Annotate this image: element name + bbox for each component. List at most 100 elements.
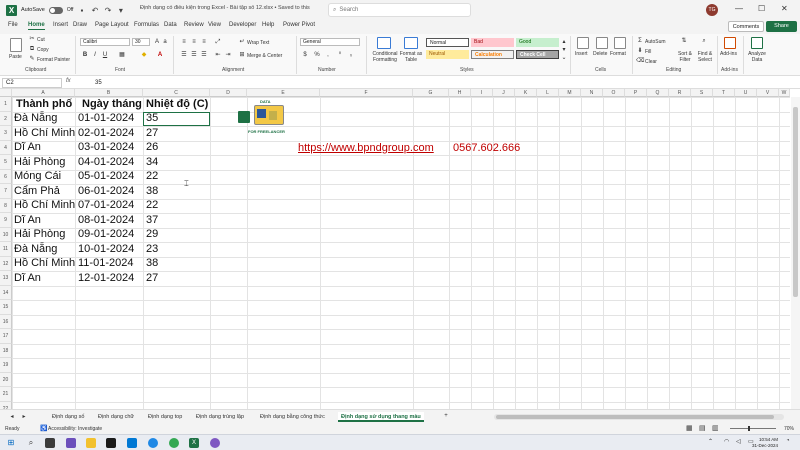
clear-button[interactable]: Clear — [645, 59, 657, 65]
bold-icon[interactable]: B — [81, 51, 89, 59]
file-explorer-icon[interactable] — [86, 438, 96, 448]
horizontal-scrollbar[interactable] — [494, 414, 784, 420]
styles-scroll-down-icon[interactable]: ▾ — [560, 46, 568, 54]
table-cell[interactable]: Dĩ An — [14, 141, 41, 153]
row-header[interactable]: 7 — [0, 184, 12, 199]
row-header[interactable]: 10 — [0, 227, 12, 242]
table-header[interactable]: Nhiệt độ (C) — [146, 98, 208, 110]
analyze-data-button[interactable]: Analyze Data — [746, 51, 768, 63]
borders-icon[interactable]: ▦ — [118, 51, 126, 59]
table-cell[interactable]: Đà Nẵng — [14, 112, 57, 124]
currency-icon[interactable]: $ — [301, 51, 309, 59]
column-header[interactable]: H — [449, 89, 471, 97]
accessibility-status[interactable]: Accessibility: Investigate — [48, 426, 102, 432]
chrome-browser-icon[interactable] — [169, 438, 179, 448]
table-cell[interactable]: 37 — [146, 214, 158, 226]
fx-icon[interactable]: fx — [66, 78, 71, 84]
tab-developer[interactable]: Developer — [229, 22, 256, 28]
column-header[interactable]: T — [713, 89, 735, 97]
undo-icon[interactable]: ↶ — [90, 6, 99, 15]
decrease-indent-icon[interactable]: ⇤ — [214, 51, 222, 59]
format-cells-button[interactable]: Format — [610, 51, 626, 57]
table-cell[interactable]: 23 — [146, 243, 158, 255]
page-break-view-icon[interactable]: ▥ — [712, 424, 719, 432]
column-header[interactable]: R — [669, 89, 691, 97]
sort-filter-button[interactable]: Sort & Filter — [676, 51, 694, 63]
copy-button[interactable]: Copy — [37, 47, 49, 53]
row-header[interactable]: 14 — [0, 285, 12, 300]
zoom-slider-thumb[interactable] — [748, 426, 750, 431]
cut-button[interactable]: Cut — [37, 37, 45, 43]
conditional-formatting-button[interactable]: Conditional Formatting — [370, 51, 400, 63]
column-header[interactable]: I — [471, 89, 493, 97]
zoom-level[interactable]: 70% — [784, 426, 794, 432]
autosave-toggle[interactable] — [48, 6, 63, 14]
tray-chevron-icon[interactable]: ⌃ — [708, 438, 713, 445]
row-header[interactable]: 17 — [0, 329, 12, 344]
row-header[interactable]: 12 — [0, 256, 12, 271]
table-cell[interactable]: 12-01-2024 — [78, 272, 134, 284]
table-cell[interactable]: 38 — [146, 185, 158, 197]
prev-sheet-icon[interactable]: ◂ — [8, 413, 16, 421]
table-cell[interactable]: 09-01-2024 — [78, 228, 134, 240]
table-cell[interactable]: 38 — [146, 257, 158, 269]
row-header[interactable]: 3 — [0, 126, 12, 141]
column-header[interactable]: J — [493, 89, 515, 97]
format-painter-button[interactable]: Format Painter — [37, 57, 70, 63]
table-cell[interactable]: 29 — [146, 228, 158, 240]
table-cell[interactable]: Dĩ An — [14, 272, 41, 284]
column-header[interactable]: F — [320, 89, 413, 97]
sheet-tab[interactable]: Định dạng top — [148, 412, 182, 422]
row-header[interactable]: 21 — [0, 387, 12, 402]
styles-scroll-up-icon[interactable]: ▴ — [560, 38, 568, 46]
column-header[interactable]: O — [603, 89, 625, 97]
wrap-text-button[interactable]: Wrap Text — [247, 40, 269, 46]
customize-qat-icon[interactable]: ▾ — [116, 6, 125, 15]
column-header[interactable]: A — [12, 89, 75, 97]
column-header[interactable]: P — [625, 89, 647, 97]
sheet-tab[interactable]: Định dạng trùng lặp — [196, 412, 244, 422]
autosum-button[interactable]: AutoSum — [645, 39, 666, 45]
table-cell[interactable]: Hồ Chí Minh — [14, 127, 75, 139]
zoom-slider[interactable] — [730, 426, 776, 431]
insert-cells-button[interactable]: Insert — [575, 51, 588, 57]
terminal-app-icon[interactable] — [106, 438, 116, 448]
comments-button[interactable]: Comments — [728, 21, 764, 32]
tab-home[interactable]: Home — [28, 22, 45, 30]
fill-color-icon[interactable]: ◆ — [140, 51, 148, 59]
sheet-tab-active[interactable]: Định dạng sử dụng thang màu — [338, 412, 424, 422]
share-button[interactable]: Share — [766, 21, 797, 32]
table-cell[interactable]: Hải Phòng — [14, 228, 65, 240]
maximize-icon[interactable]: ☐ — [758, 4, 765, 13]
row-header[interactable]: 6 — [0, 169, 12, 184]
tab-page-layout[interactable]: Page Layout — [95, 22, 129, 28]
table-cell[interactable]: 22 — [146, 199, 158, 211]
zoom-app-icon[interactable] — [127, 438, 137, 448]
merge-center-button[interactable]: Merge & Center — [247, 53, 282, 59]
save-icon[interactable]: ▪ — [77, 6, 86, 15]
tab-data[interactable]: Data — [164, 22, 177, 28]
style-neutral[interactable]: Neutral — [426, 50, 469, 59]
column-header[interactable]: M — [559, 89, 581, 97]
table-cell[interactable]: 06-01-2024 — [78, 185, 134, 197]
column-header[interactable]: C — [143, 89, 210, 97]
column-header[interactable]: L — [537, 89, 559, 97]
table-cell[interactable]: 22 — [146, 170, 158, 182]
row-header[interactable]: 16 — [0, 314, 12, 329]
find-select-button[interactable]: Find & Select — [695, 51, 715, 63]
table-cell[interactable]: 26 — [146, 141, 158, 153]
excel-taskbar-icon[interactable]: X — [189, 438, 199, 448]
task-view-icon[interactable] — [45, 438, 55, 448]
sheet-tab[interactable]: Định dạng bằng công thức — [260, 412, 325, 422]
bpnd-logo-image[interactable]: DATA FOR FREELANCER — [236, 99, 292, 141]
table-cell[interactable]: Móng Cái — [14, 170, 61, 182]
column-header[interactable]: D — [210, 89, 247, 97]
add-ins-button[interactable]: Add-ins — [720, 51, 737, 57]
decrease-decimal-icon[interactable]: ₀ — [347, 51, 355, 59]
website-link[interactable]: https://www.bpndgroup.com — [298, 142, 434, 154]
align-left-icon[interactable]: ☰ — [180, 51, 188, 59]
align-right-icon[interactable]: ☰ — [200, 51, 208, 59]
table-cell[interactable]: 27 — [146, 272, 158, 284]
font-name-select[interactable]: Calibri — [80, 38, 130, 46]
style-bad[interactable]: Bad — [471, 38, 514, 47]
